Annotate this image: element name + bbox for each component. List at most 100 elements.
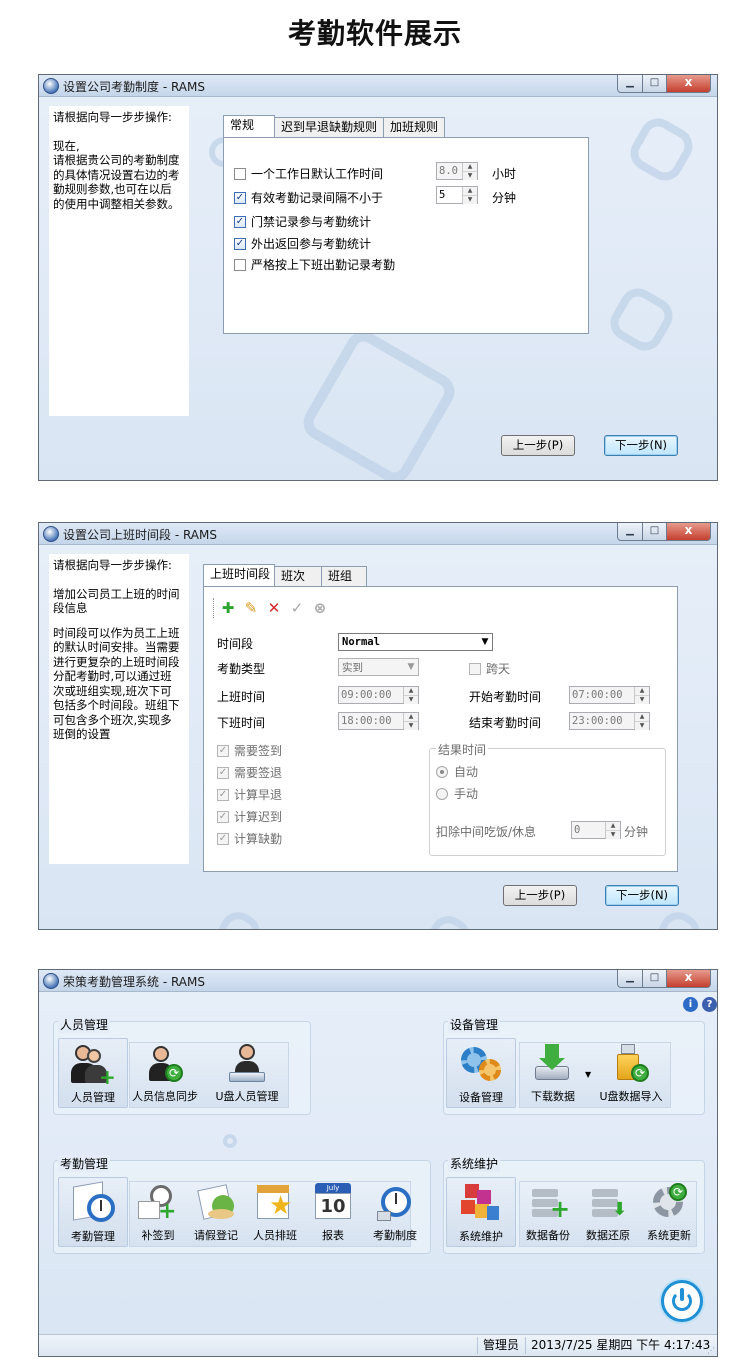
help-icon[interactable]: ? xyxy=(702,997,717,1012)
attendance-type-select[interactable]: 实到 ▼ xyxy=(338,658,419,676)
tab-work-periods[interactable]: 上班时间段 xyxy=(203,564,275,586)
info-icon[interactable]: i xyxy=(683,997,698,1012)
checkbox-box: ✓ xyxy=(234,237,246,250)
window-title: 荣策考勤管理系统 - RAMS xyxy=(63,975,205,989)
period-select[interactable]: Normal ▼ xyxy=(338,633,493,651)
work-hours-unit: 小时 xyxy=(492,167,517,181)
access-records-checkbox[interactable]: ✓ 门禁记录参与考勤统计 xyxy=(234,213,371,230)
spin-up-icon[interactable]: ▲ xyxy=(635,687,649,695)
tab-late-early-rules[interactable]: 迟到早退缺勤规则 xyxy=(274,117,385,137)
data-restore-button[interactable]: ⬇ 数据还原 xyxy=(578,1177,638,1247)
next-button[interactable]: 下一步(N) xyxy=(605,885,679,906)
tile-label: 报表 xyxy=(322,1229,344,1242)
watermark-hexagon xyxy=(603,281,680,358)
spin-down-icon[interactable]: ▼ xyxy=(635,721,649,730)
default-work-hours-checkbox[interactable]: 一个工作日默认工作时间 xyxy=(234,165,383,182)
tile-label: 考勤制度 xyxy=(373,1229,417,1242)
spin-down-icon[interactable]: ▼ xyxy=(606,830,620,839)
staff-scheduling-button[interactable]: ★ 人员排班 xyxy=(244,1177,306,1247)
next-button[interactable]: 下一步(N) xyxy=(604,435,678,456)
require-signin-checkbox[interactable]: ✓ 需要签到 xyxy=(217,742,282,759)
tile-label: 数据备份 xyxy=(526,1229,570,1242)
record-interval-spinner[interactable]: 5 ▲ ▼ xyxy=(436,186,478,204)
calc-late-checkbox[interactable]: ✓ 计算迟到 xyxy=(217,808,282,825)
spin-down-icon[interactable]: ▼ xyxy=(463,195,477,204)
database-add-icon: + xyxy=(526,1181,570,1225)
close-button[interactable]: x xyxy=(667,970,711,988)
tab-shifts[interactable]: 班次 xyxy=(274,566,322,586)
prev-button[interactable]: 上一步(P) xyxy=(501,435,575,456)
spin-down-icon[interactable]: ▼ xyxy=(404,695,418,704)
spin-up-icon[interactable]: ▲ xyxy=(463,187,477,195)
require-signout-checkbox[interactable]: ✓ 需要签退 xyxy=(217,764,282,781)
window-titlebar[interactable]: 荣策考勤管理系统 - RAMS ▁ □ x xyxy=(39,970,717,992)
download-data-button[interactable]: 下载数据 xyxy=(518,1038,588,1108)
edit-icon[interactable]: ✎ xyxy=(242,599,260,617)
end-time-spinner[interactable]: 18:00:00 ▲ ▼ xyxy=(338,712,419,730)
device-mgmt-button[interactable]: 设备管理 xyxy=(446,1038,516,1108)
power-button[interactable] xyxy=(661,1280,703,1322)
system-maintenance-button[interactable]: 系统维护 xyxy=(446,1177,516,1247)
spin-up-icon[interactable]: ▲ xyxy=(606,822,620,830)
calendar-clock-icon xyxy=(71,1181,115,1226)
window-titlebar[interactable]: 设置公司上班时间段 - RAMS ▁ □ x xyxy=(39,523,717,545)
window-titlebar[interactable]: 设置公司考勤制度 - RAMS ▁ □ x xyxy=(39,75,717,97)
close-button[interactable]: x xyxy=(667,75,711,93)
tab-shift-groups[interactable]: 班组 xyxy=(321,566,367,586)
spin-up-icon[interactable]: ▲ xyxy=(463,163,477,171)
personnel-mgmt-button[interactable]: + 人员管理 xyxy=(58,1038,128,1108)
attendance-policy-button[interactable]: 考勤制度 xyxy=(360,1177,430,1247)
leave-register-button[interactable]: 请假登记 xyxy=(186,1177,246,1247)
confirm-icon[interactable]: ✓ xyxy=(288,599,306,617)
spin-down-icon[interactable]: ▼ xyxy=(404,721,418,730)
guide-paragraph: 增加公司员工上班的时间 段信息 xyxy=(53,587,187,616)
att-start-spinner[interactable]: 07:00:00 ▲ ▼ xyxy=(569,686,650,704)
status-datetime: 2013/7/25 星期四 下午 4:17:43 xyxy=(525,1337,715,1354)
maximize-button[interactable]: □ xyxy=(643,970,667,988)
minimize-button[interactable]: ▁ xyxy=(617,523,643,541)
minimize-button[interactable]: ▁ xyxy=(617,970,643,988)
tab-overtime-rules[interactable]: 加班规则 xyxy=(383,117,446,137)
spin-up-icon[interactable]: ▲ xyxy=(635,713,649,721)
data-backup-button[interactable]: + 数据备份 xyxy=(518,1177,578,1247)
resize-grip-icon[interactable]: ⋰ xyxy=(707,1346,715,1355)
tab-general[interactable]: 常规 xyxy=(223,115,275,137)
manual-radio[interactable]: 手动 xyxy=(436,785,478,802)
attendance-mgmt-button[interactable]: 考勤管理 xyxy=(58,1177,128,1247)
close-button[interactable]: x xyxy=(667,523,711,541)
calc-early-leave-checkbox[interactable]: ✓ 计算早退 xyxy=(217,786,282,803)
system-update-button[interactable]: ⟳ 系统更新 xyxy=(636,1177,702,1247)
record-interval-checkbox[interactable]: ✓ 有效考勤记录间隔不小于 xyxy=(234,189,383,206)
deduct-minutes-spinner[interactable]: 0 ▲ ▼ xyxy=(571,821,621,839)
spin-down-icon[interactable]: ▼ xyxy=(463,171,477,180)
start-time-spinner[interactable]: 09:00:00 ▲ ▼ xyxy=(338,686,419,704)
radio-label: 手动 xyxy=(454,787,479,801)
leave-calendar-icon xyxy=(194,1181,238,1225)
spin-up-icon[interactable]: ▲ xyxy=(404,687,418,695)
spin-up-icon[interactable]: ▲ xyxy=(404,713,418,721)
att-end-spinner[interactable]: 23:00:00 ▲ ▼ xyxy=(569,712,650,730)
guide-line: 次或班组实现,班次下可 xyxy=(53,683,172,698)
usb-import-button[interactable]: ⟳ U盘数据导入 xyxy=(596,1038,666,1108)
delete-icon[interactable]: ✕ xyxy=(265,599,283,617)
maximize-button[interactable]: □ xyxy=(643,75,667,93)
prev-button[interactable]: 上一步(P) xyxy=(503,885,577,906)
cancel-icon[interactable]: ⊗ xyxy=(311,599,329,617)
auto-radio[interactable]: 自动 xyxy=(436,763,478,780)
personnel-sync-button[interactable]: ⟳ 人员信息同步 xyxy=(130,1038,200,1108)
download-dropdown-icon[interactable]: ▼ xyxy=(585,1070,591,1079)
tile-label: 请假登记 xyxy=(194,1229,238,1242)
add-icon[interactable]: ✚ xyxy=(219,599,237,617)
outing-return-checkbox[interactable]: ✓ 外出返回参与考勤统计 xyxy=(234,235,371,252)
strict-attendance-checkbox[interactable]: 严格按上下班出勤记录考勤 xyxy=(234,256,395,273)
usb-personnel-button[interactable]: U盘人员管理 xyxy=(212,1038,282,1108)
spin-down-icon[interactable]: ▼ xyxy=(635,695,649,704)
supplement-signin-button[interactable]: + 补签到 xyxy=(128,1177,188,1247)
cross-day-checkbox[interactable]: 跨天 xyxy=(469,660,510,677)
calc-absence-checkbox[interactable]: ✓ 计算缺勤 xyxy=(217,830,282,847)
work-hours-spinner[interactable]: 8.0 ▲ ▼ xyxy=(436,162,478,180)
minimize-button[interactable]: ▁ xyxy=(617,75,643,93)
reports-button[interactable]: July 10 报表 xyxy=(304,1177,362,1247)
maximize-button[interactable]: □ xyxy=(643,523,667,541)
power-icon-bar xyxy=(680,1288,684,1301)
